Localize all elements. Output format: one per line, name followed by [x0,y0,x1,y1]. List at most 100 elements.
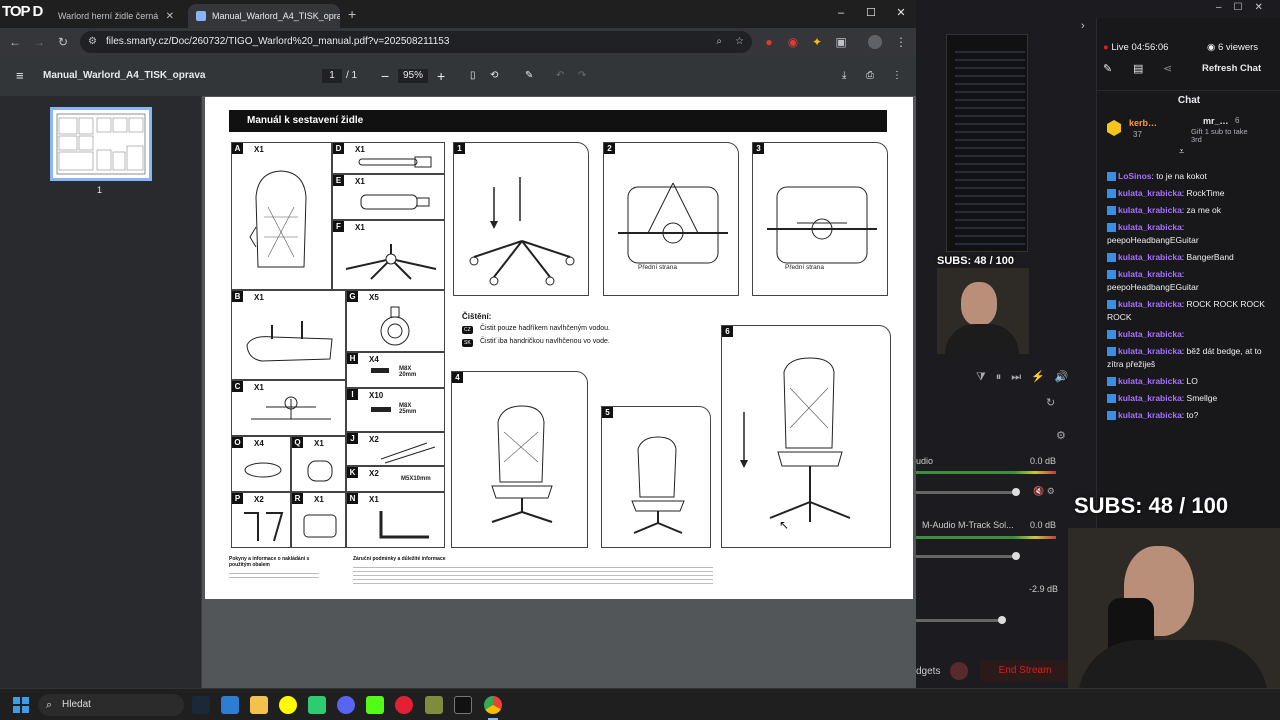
kick-icon[interactable] [366,696,384,714]
chat-username[interactable]: kulata_krabicka [1118,269,1182,279]
app-icon[interactable] [221,696,239,714]
print-icon[interactable]: ⎙ [866,56,874,96]
webcam-large [1068,528,1280,688]
tab-product[interactable]: Warlord herní židle černá ✕ [50,4,182,28]
cleaning-title: Čištění: [462,312,492,321]
volume-slider[interactable] [916,552,1020,560]
more-options-icon[interactable]: ⋮ [892,56,902,96]
extension-icon[interactable]: ◉ [784,33,802,51]
viewers-label: 6 viewers [1217,42,1259,53]
end-stream-button[interactable]: End Stream [980,660,1070,682]
second-gifter-name: mr_… [1203,116,1229,126]
part-letter: N [347,493,358,504]
fit-page-icon[interactable]: ▯ [470,56,476,96]
forward-arrow-icon[interactable]: → [30,33,48,51]
menu-kebab-icon[interactable]: ⋮ [892,33,910,51]
bolt-icon [371,407,391,412]
zoom-in-button[interactable]: + [437,56,445,96]
tab-manual[interactable]: Manual_Warlord_A4_TISK_opra ✕ [188,4,340,28]
file-explorer-icon[interactable] [250,696,268,714]
pinned-leaderboard: kerb… 37 mr_… 6 Gift 1 sub to take 3rd ⩡ [1107,116,1277,157]
part-e: E X1 [332,174,445,220]
page-thumbnail[interactable] [50,107,152,181]
settings-gear-icon[interactable]: ⚙ [1056,429,1066,442]
chat-username[interactable]: kulata_krabicka [1118,376,1182,386]
close-window-button[interactable]: ✕ [886,4,916,22]
app-icon[interactable] [308,696,326,714]
close-icon[interactable]: ✕ [166,11,174,22]
chrome-icon[interactable] [484,696,502,714]
redo-icon[interactable]: ↷ [578,56,586,96]
part-qty: X5 [369,293,379,302]
seat-back-drawing [249,170,307,268]
extension-icon[interactable]: ✦ [808,33,826,51]
part-letter: J [347,433,358,444]
steam-icon[interactable] [192,696,210,714]
volume-slider[interactable] [916,488,1020,496]
part-letter: A [232,143,243,154]
chat-username[interactable]: kulata_krabicka [1118,205,1182,215]
audio-meter [916,536,1056,539]
site-info-icon[interactable]: ⚙ [88,31,97,53]
mute-icon[interactable]: 🔇 ⚙ [1033,486,1055,497]
undo-icon[interactable]: ↶ [556,56,564,96]
reload-icon[interactable]: ↻ [54,33,72,51]
profile-avatar[interactable] [868,35,882,49]
hamburger-menu-icon[interactable]: ≡ [16,56,24,96]
app-icon[interactable] [395,696,413,714]
minimize-button[interactable]: – [826,4,856,22]
download-icon[interactable]: ⤓ [842,56,846,96]
windows-start-icon[interactable] [13,697,29,713]
app-icon[interactable] [425,696,443,714]
chat-username[interactable]: kulata_krabicka [1118,252,1182,262]
maximize-button[interactable]: ☐ [856,4,886,22]
extensions-puzzle-icon[interactable]: ▣ [832,33,850,51]
refresh-chat-button[interactable]: Refresh Chat [1202,63,1261,74]
viewer-count: ◉ 6 viewers [1207,42,1258,53]
record-icon[interactable] [950,662,968,680]
chat-username[interactable]: kulata_krabicka [1118,222,1182,232]
bookmark-star-icon[interactable]: ☆ [735,31,744,53]
part-qty: X1 [355,145,365,154]
edit-icon[interactable]: ✎ [1103,62,1112,75]
top-gifter-count: 37 [1133,130,1142,139]
chat-username[interactable]: kulata_krabicka [1118,299,1182,309]
streamer-body [1078,640,1268,688]
annotate-icon[interactable]: ✎ [525,56,533,96]
chat-username[interactable]: kulata_krabicka [1118,188,1182,198]
zoom-out-button[interactable]: − [381,56,389,96]
mouse-cursor-icon: ↖ [779,518,790,532]
chat-username[interactable]: kulata_krabicka [1118,393,1182,403]
back-arrow-icon[interactable]: ← [6,33,24,51]
volume-slider[interactable] [916,616,1006,624]
share-icon[interactable]: ⋖ [1163,62,1172,75]
chat-username[interactable]: kulata_krabicka [1118,346,1182,356]
top-gifter-name: kerb… [1129,118,1158,128]
taskbar-search[interactable]: ⌕ Hledat [38,694,184,716]
snapchat-icon[interactable] [279,696,297,714]
chat-username[interactable]: kulata_krabicka [1118,410,1182,420]
chevron-right-icon[interactable]: › [1081,20,1085,32]
step-number: 5 [602,407,613,418]
cleaning-sk: Čistiť iba handričkou navlhčenou vo vode… [480,338,610,345]
page-number-input[interactable]: 1 [322,69,342,83]
reset-icon[interactable]: ↻ [1046,396,1055,409]
discord-icon[interactable] [337,696,355,714]
cleaning-sk-tag: SK [462,339,473,347]
chat-username[interactable]: LoSinos [1118,171,1152,181]
new-tab-button[interactable]: + [348,6,356,22]
capcut-icon[interactable] [454,696,472,714]
clip-icon[interactable]: ▤ [1133,62,1143,75]
zoom-icon[interactable]: ⌕ [716,31,722,53]
extension-icon[interactable]: ● [760,33,778,51]
streamer-body [945,324,1019,354]
chat-username[interactable]: kulata_krabicka [1118,329,1182,339]
part-qty: X2 [369,469,379,478]
expand-icon[interactable]: ⩡ [1179,146,1184,157]
taskbar: ⌕ Hledat [0,688,1280,720]
part-o: O X4 [231,436,291,492]
zoom-level-input[interactable]: 95% [398,69,428,83]
rotate-icon[interactable]: ⟲ [490,56,498,96]
media-controls[interactable]: ⧩⏸⏭⚡🔊 [976,370,1079,384]
address-bar[interactable]: ⚙ files.smarty.cz/Doc/260732/TIGO_Warlor… [80,31,752,53]
